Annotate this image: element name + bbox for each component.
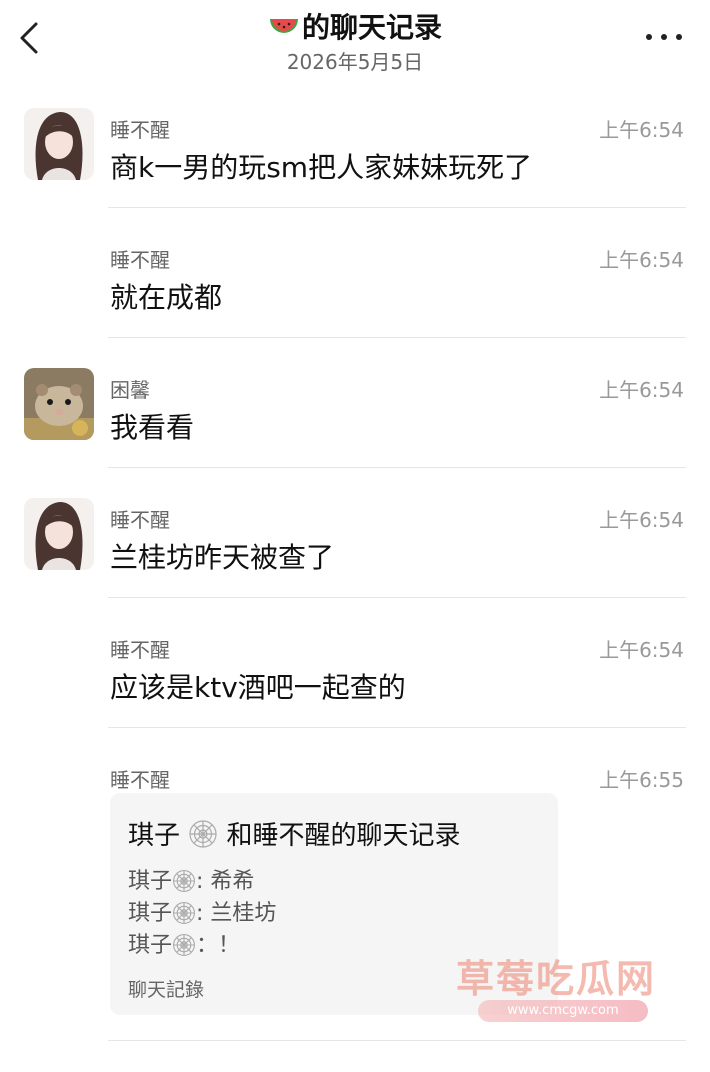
sender-name: 睡不醒 (110, 508, 170, 532)
chat-date: 2026年5月5日 (286, 50, 424, 74)
sender-name: 睡不醒 (110, 638, 170, 662)
hamster-avatar (24, 368, 94, 440)
card-line-name: 琪子 (128, 901, 173, 926)
avatar[interactable] (24, 498, 94, 570)
spiderweb-icon (173, 902, 195, 924)
message-time: 上午6:54 (599, 638, 684, 662)
divider (108, 207, 686, 208)
message-time: 上午6:55 (599, 768, 684, 792)
anime-girl-avatar (24, 498, 94, 570)
page-title: 的聊天记录 (0, 6, 710, 46)
card-title-name: 琪子 (128, 821, 181, 851)
message-text: 应该是ktv酒吧一起查的 (110, 671, 406, 704)
avatar[interactable] (24, 108, 94, 180)
sender-name: 睡不醒 (110, 118, 170, 142)
more-dot (661, 34, 667, 40)
more-dots-icon (646, 34, 652, 40)
divider (108, 467, 686, 468)
card-line-text: : 希希 (196, 869, 255, 894)
card-line: 琪子 ：！ (128, 927, 240, 959)
divider (108, 727, 686, 728)
watermark-text: 草莓吃瓜网 (456, 957, 657, 1001)
sender-name: 睡不醒 (110, 768, 170, 792)
message-text: 商k一男的玩sm把人家妹妹玩死了 (110, 151, 533, 184)
card-title-text: 和睡不醒的聊天记录 (226, 821, 461, 851)
spiderweb-icon (173, 870, 195, 892)
spiderweb-icon (189, 820, 217, 848)
card-line-text: : 兰桂坊 (196, 901, 277, 926)
more-dot (676, 34, 682, 40)
message-time: 上午6:54 (599, 508, 684, 532)
sender-name: 睡不醒 (110, 248, 170, 272)
divider (108, 597, 686, 598)
message-time: 上午6:54 (599, 118, 684, 142)
card-line-name: 琪子 (128, 869, 173, 894)
card-line: 琪子 : 希希 (128, 863, 254, 895)
divider (108, 1040, 686, 1041)
title-text: 的聊天记录 (301, 11, 442, 44)
message-text: 就在成都 (110, 281, 223, 314)
divider (108, 337, 686, 338)
message-time: 上午6:54 (599, 378, 684, 402)
watermark-url: www.cmcgw.com (478, 1000, 648, 1022)
message-time: 上午6:54 (599, 248, 684, 272)
sender-name: 困馨 (110, 378, 150, 402)
anime-girl-avatar (24, 108, 94, 180)
more-button[interactable] (646, 32, 682, 44)
avatar[interactable] (24, 368, 94, 440)
card-footer: 聊天記錄 (128, 979, 205, 1001)
spiderweb-icon (173, 934, 195, 956)
card-line-text: ：！ (196, 933, 241, 958)
card-title: 琪子 和睡不醒的聊天记录 (128, 815, 461, 852)
card-line-name: 琪子 (128, 933, 173, 958)
message-text: 我看看 (110, 411, 195, 444)
watermelon-icon (269, 19, 298, 33)
top-bar: 的聊天记录 2026年5月5日 (0, 0, 710, 90)
message-text: 兰桂坊昨天被查了 (110, 541, 335, 574)
card-line: 琪子 : 兰桂坊 (128, 895, 276, 927)
